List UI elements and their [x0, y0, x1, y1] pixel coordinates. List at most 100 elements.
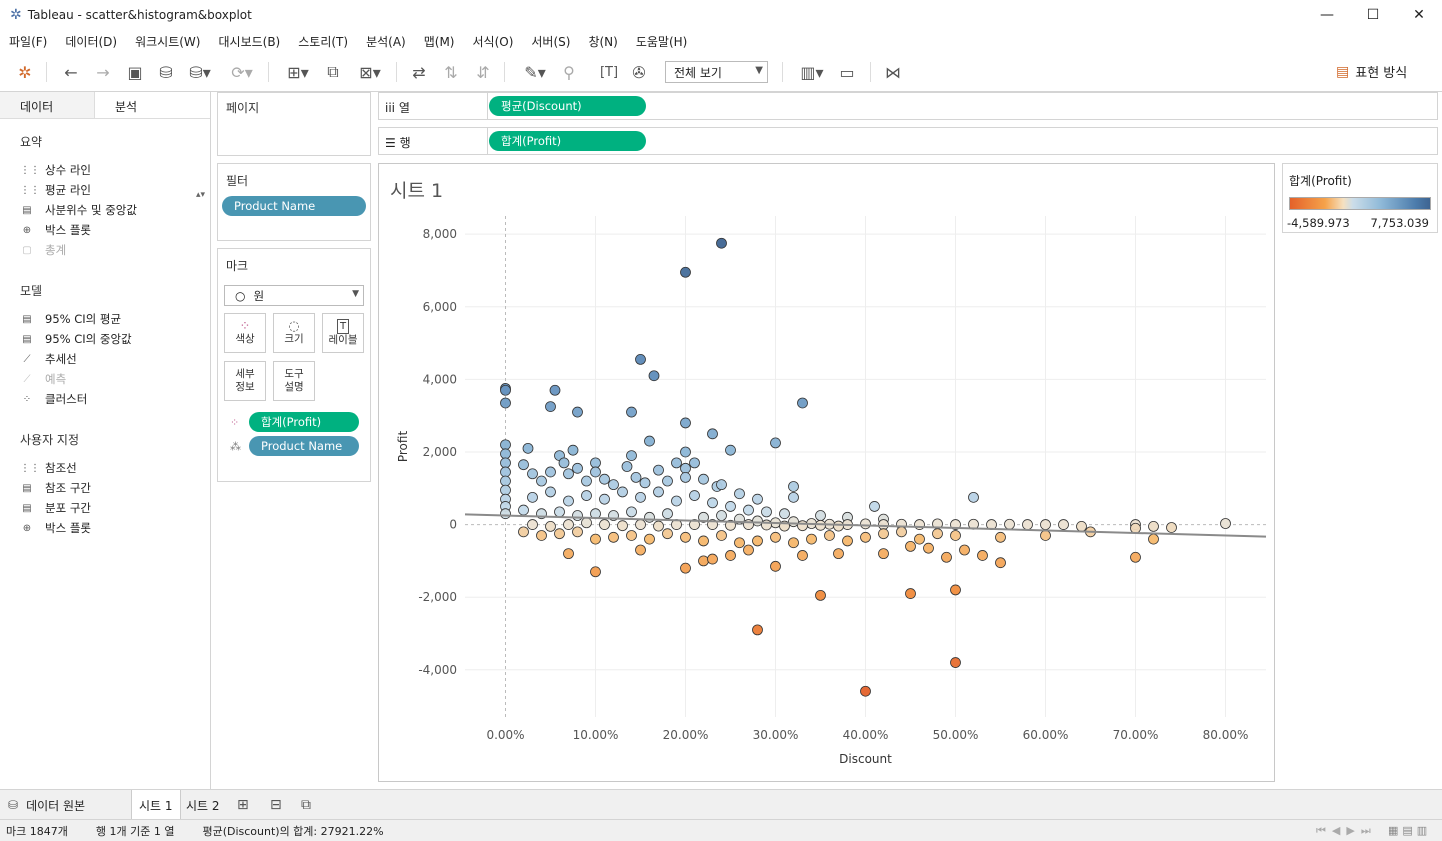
- scatter-point: [716, 237, 727, 249]
- mark-type-select[interactable]: ○ 원 ▼: [224, 285, 364, 306]
- color-legend[interactable]: 합계(Profit) -4,589.973 7,753.039: [1282, 163, 1438, 233]
- new-story-tab-icon[interactable]: ⧉: [301, 790, 311, 820]
- menu-map[interactable]: 맵(M): [415, 33, 464, 50]
- duplicate-sheet-icon[interactable]: ⧉: [322, 61, 344, 83]
- new-dashboard-tab-icon[interactable]: ⊟: [270, 790, 282, 820]
- analytics-item-average-ci[interactable]: ▤ 95% CI의 평균: [0, 309, 210, 329]
- tab-data[interactable]: 데이터: [0, 92, 95, 118]
- group-members-icon[interactable]: ⚲: [558, 61, 580, 83]
- scatter-point: [662, 475, 673, 487]
- marks-detail-button[interactable]: 세부 정보: [224, 361, 266, 401]
- analytics-item-trend-line[interactable]: ⟋ 추세선: [0, 349, 210, 369]
- scatter-point: [653, 520, 664, 532]
- marks-size-button[interactable]: ◌ 크기: [273, 313, 315, 353]
- menu-server[interactable]: 서버(S): [522, 33, 579, 50]
- filters-card[interactable]: 필터 Product Name: [217, 163, 371, 241]
- scatter-point: [923, 542, 934, 554]
- scatter-point: [599, 493, 610, 505]
- analytics-item-distribution-band[interactable]: ▤ 분포 구간: [0, 498, 210, 518]
- close-button[interactable]: ✕: [1396, 0, 1442, 30]
- band-icon: ▤: [22, 502, 32, 514]
- undo-icon[interactable]: ←: [60, 61, 82, 83]
- columns-shelf[interactable]: iii 열 평균(Discount): [378, 92, 1438, 120]
- scatter-point: [626, 406, 637, 418]
- fix-axes-icon[interactable]: ✇: [628, 61, 650, 83]
- minimize-button[interactable]: —: [1304, 0, 1350, 30]
- scatter-plot[interactable]: 8,000 6,000 4,000 2,000 0 -2,000 -4,000 0.00% 10…: [379, 164, 1274, 781]
- scatter-point: [680, 562, 691, 574]
- tab-analytics[interactable]: 분석: [95, 92, 190, 118]
- show-mark-labels-icon[interactable]: [T]: [598, 61, 620, 83]
- menu-window[interactable]: 창(N): [579, 33, 626, 50]
- highlight-icon[interactable]: ✎▾: [518, 61, 552, 83]
- view-mode-icons[interactable]: ▦▤▥: [1388, 824, 1431, 837]
- analytics-item-reference-line[interactable]: ⋮⋮ 참조선: [0, 458, 210, 478]
- marks-pill-sum-profit[interactable]: 합계(Profit): [249, 412, 359, 432]
- columns-pill-avg-discount[interactable]: 평균(Discount): [489, 96, 646, 116]
- clear-sheet-icon[interactable]: ⊠▾: [352, 61, 388, 83]
- swap-rows-columns-icon[interactable]: ⇄: [408, 61, 430, 83]
- presentation-mode-icon[interactable]: ▭: [836, 61, 858, 83]
- tableau-home-icon[interactable]: ✲: [14, 61, 36, 83]
- scatter-point: [648, 370, 660, 382]
- scatter-point: [500, 508, 511, 520]
- scatter-point: [558, 457, 570, 469]
- menu-analysis[interactable]: 분석(A): [357, 33, 415, 50]
- maximize-button[interactable]: ☐: [1350, 0, 1396, 30]
- new-datasource-icon[interactable]: ⛁: [155, 61, 177, 83]
- scatter-point: [590, 533, 601, 545]
- menu-help[interactable]: 도움말(H): [627, 33, 697, 50]
- marks-pill-product-name[interactable]: Product Name: [249, 436, 359, 456]
- menu-story[interactable]: 스토리(T): [289, 33, 357, 50]
- menu-file[interactable]: 파일(F): [0, 33, 56, 50]
- sheet-navigation-icons[interactable]: ⏮◀▶⏭: [1316, 824, 1377, 838]
- scatter-point: [698, 555, 709, 567]
- analytics-item-reference-band[interactable]: ▤ 참조 구간: [0, 478, 210, 498]
- tab-sheet-1[interactable]: 시트 1: [131, 790, 181, 820]
- menu-worksheet[interactable]: 워크시트(W): [126, 33, 209, 50]
- menu-dashboard[interactable]: 대시보드(B): [209, 33, 289, 50]
- pages-card[interactable]: 페이지: [217, 92, 371, 156]
- pane-sort-icon[interactable]: ▴▾: [196, 190, 205, 200]
- toolbar-separator: [504, 62, 505, 82]
- new-worksheet-tab-icon[interactable]: ⊞: [237, 790, 249, 820]
- scatter-point: [554, 506, 565, 518]
- pause-updates-icon[interactable]: ⛁▾: [186, 61, 214, 83]
- color-icon: ⁘: [230, 416, 240, 429]
- analytics-item-median-ci[interactable]: ▤ 95% CI의 중앙값: [0, 329, 210, 349]
- menu-format[interactable]: 서식(O): [464, 33, 523, 50]
- analytics-item-custom-box-plot[interactable]: ⊕ 박스 플롯: [0, 518, 210, 538]
- scatter-point: [680, 471, 691, 483]
- scatter-point: [788, 516, 799, 528]
- data-source-tab[interactable]: ⛁ 데이터 원본: [8, 790, 85, 820]
- show-me-icon: ▤: [1336, 63, 1350, 80]
- scatter-point: [1220, 518, 1231, 529]
- tab-sheet-2[interactable]: 시트 2: [186, 790, 220, 820]
- menu-data[interactable]: 데이터(D): [56, 33, 126, 50]
- rows-shelf[interactable]: ☰ 행 합계(Profit): [378, 127, 1438, 155]
- show-cards-icon[interactable]: ▥▾: [795, 61, 829, 83]
- trend-line-icon: ⟋: [23, 353, 31, 365]
- analytics-item-box-plot[interactable]: ⊕ 박스 플롯: [0, 220, 210, 240]
- redo-icon[interactable]: →: [92, 61, 114, 83]
- refresh-icon[interactable]: ⟳▾: [225, 61, 259, 83]
- analytics-item-average-line[interactable]: ⋮⋮ 평균 라인: [0, 180, 210, 200]
- share-icon[interactable]: ⋈: [882, 61, 904, 83]
- sort-ascending-icon[interactable]: ⇅: [440, 61, 462, 83]
- sort-descending-icon[interactable]: ⇵: [472, 61, 494, 83]
- rows-pill-sum-profit[interactable]: 합계(Profit): [489, 131, 646, 151]
- fit-select[interactable]: 전체 보기 ▼: [665, 61, 768, 83]
- box-plot-icon: ⊕: [22, 522, 32, 534]
- save-icon[interactable]: ▣: [124, 61, 146, 83]
- marks-color-button[interactable]: ⁘ 색상: [224, 313, 266, 353]
- analytics-item-constant-line[interactable]: ⋮⋮ 상수 라인: [0, 160, 210, 180]
- marks-tooltip-button[interactable]: 도구 설명: [273, 361, 315, 401]
- filter-pill-product-name[interactable]: Product Name: [222, 196, 366, 216]
- marks-label-button[interactable]: T 레이블: [322, 313, 364, 353]
- analytics-item-median-quartiles[interactable]: ▤ 사분위수 및 중앙값: [0, 200, 210, 220]
- new-worksheet-icon[interactable]: ⊞▾: [280, 61, 316, 83]
- show-me-button[interactable]: ▤ 표현 방식: [1336, 62, 1407, 82]
- scatter-point: [630, 471, 642, 483]
- analytics-item-cluster[interactable]: ⁘ 클러스터: [0, 389, 210, 409]
- scatter-point: [716, 479, 727, 491]
